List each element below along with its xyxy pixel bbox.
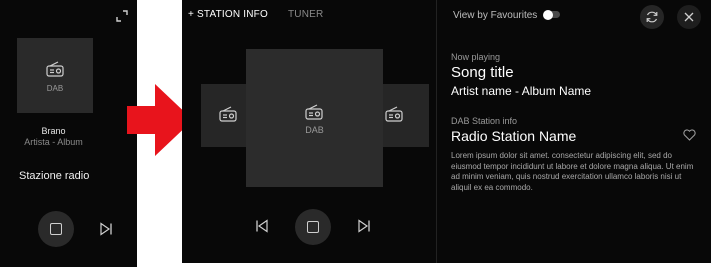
close-icon [684,12,694,22]
art-label: DAB [305,125,324,135]
mini-player: DAB Brano Artista - Album Stazione radio [0,0,137,267]
radio-icon [305,104,323,120]
artist-album: Artist name - Album Name [451,84,592,98]
carousel-card-current[interactable]: DAB [246,49,383,187]
now-playing-label: Now playing [451,52,501,62]
station-description: Lorem ipsum dolor sit amet. consectetur … [451,151,694,192]
refresh-button[interactable] [640,5,664,29]
refresh-icon [646,11,658,23]
song-title: Song title [451,64,514,81]
tab-tuner[interactable]: TUNER [288,9,323,20]
skip-next-icon[interactable] [99,222,113,236]
stop-icon [307,221,319,233]
station-panel: + STATION INFO TUNER DAB View by Favouri… [182,0,711,263]
radio-icon [219,106,237,122]
expand-icon[interactable] [114,8,130,24]
artist-album: Artista - Album [24,137,83,147]
toggle-knob [543,9,553,20]
stop-button[interactable] [295,209,331,245]
skip-next-icon[interactable] [357,219,371,233]
song-title: Brano [41,126,66,136]
stop-icon [50,223,62,235]
carousel-card-next[interactable] [382,84,429,147]
stop-button[interactable] [38,211,74,247]
heart-icon[interactable] [683,129,696,141]
radio-icon [46,61,64,77]
album-art: DAB [17,38,93,113]
close-button[interactable] [677,5,701,29]
favourites-toggle[interactable] [543,9,560,20]
station-name: Stazione radio [19,170,90,182]
panel-divider [436,0,437,263]
skip-previous-icon[interactable] [255,219,269,233]
carousel-card-previous[interactable] [201,84,248,147]
station-info-label: DAB Station info [451,116,518,126]
tab-station-info[interactable]: + STATION INFO [188,9,268,20]
radio-icon [385,106,403,122]
station-name: Radio Station Name [451,128,577,144]
favourites-label: View by Favourites [453,10,538,21]
art-label: DAB [46,84,64,93]
